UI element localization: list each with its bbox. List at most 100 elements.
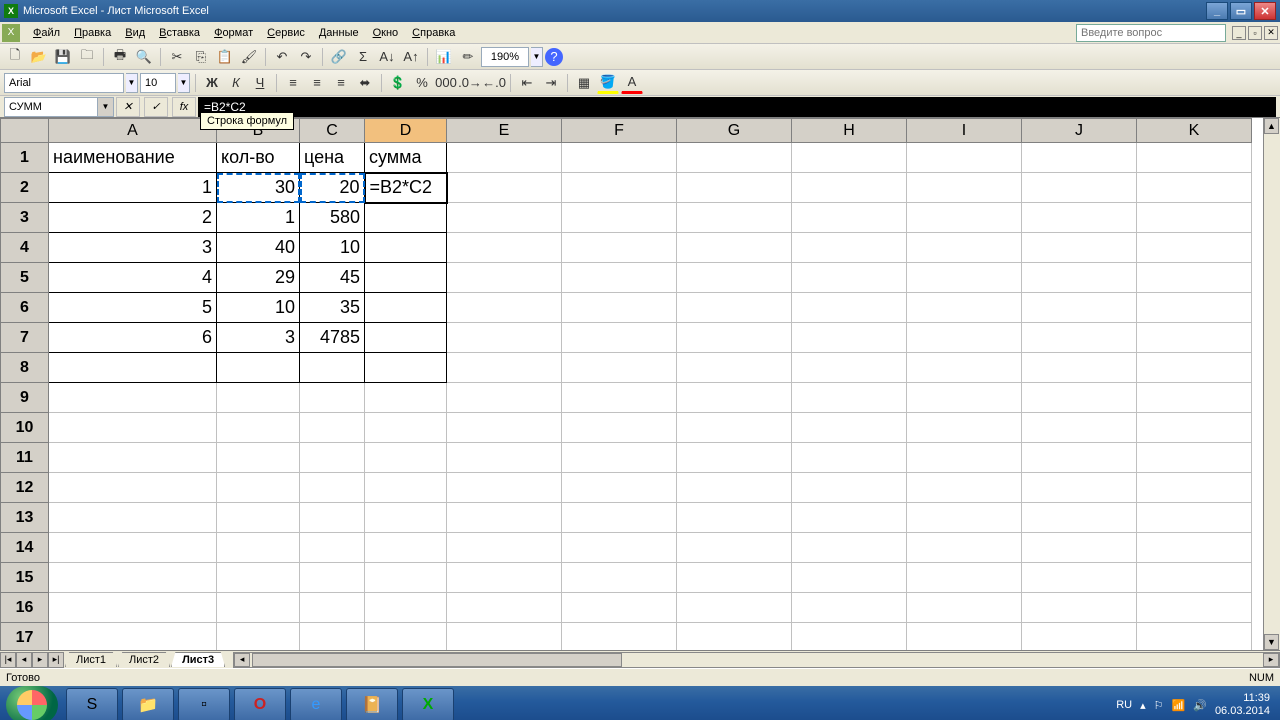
cell-J5[interactable]	[1022, 263, 1137, 293]
sheet-tab-Лист1[interactable]: Лист1	[65, 652, 117, 667]
row-header-5[interactable]: 5	[1, 263, 49, 293]
cell-F7[interactable]	[562, 323, 677, 353]
col-header-A[interactable]: A	[49, 119, 217, 143]
row-header-14[interactable]: 14	[1, 533, 49, 563]
cell-C6[interactable]: 35	[300, 293, 365, 323]
tray-network-icon[interactable]: 📶	[1172, 699, 1186, 712]
sort-asc-icon[interactable]: A↓	[376, 46, 398, 68]
cell-D7[interactable]	[365, 323, 447, 353]
cell-A12[interactable]	[49, 473, 217, 503]
cell-K3[interactable]	[1137, 203, 1252, 233]
cell-F15[interactable]	[562, 563, 677, 593]
open-icon[interactable]: 📂	[28, 46, 50, 68]
cell-C9[interactable]	[300, 383, 365, 413]
help-icon[interactable]: ?	[545, 48, 563, 66]
cell-I7[interactable]	[907, 323, 1022, 353]
cell-B17[interactable]	[217, 623, 300, 651]
cell-E12[interactable]	[447, 473, 562, 503]
cell-H9[interactable]	[792, 383, 907, 413]
scroll-left-icon[interactable]: ◂	[234, 653, 250, 667]
cell-I16[interactable]	[907, 593, 1022, 623]
menu-вид[interactable]: Вид	[118, 25, 152, 41]
name-box-dropdown-icon[interactable]: ▼	[98, 97, 114, 117]
cell-G13[interactable]	[677, 503, 792, 533]
cell-A8[interactable]	[49, 353, 217, 383]
formula-bar[interactable]: =B2*C2	[198, 97, 1276, 117]
cell-I8[interactable]	[907, 353, 1022, 383]
align-left-icon[interactable]: ≡	[282, 72, 304, 94]
cell-B8[interactable]	[217, 353, 300, 383]
scroll-right-icon[interactable]: ▸	[1263, 653, 1279, 667]
col-header-C[interactable]: C	[300, 119, 365, 143]
cell-H4[interactable]	[792, 233, 907, 263]
cell-B6[interactable]: 10	[217, 293, 300, 323]
comma-icon[interactable]: 000	[435, 72, 457, 94]
save-icon[interactable]: 💾	[52, 46, 74, 68]
cell-C12[interactable]	[300, 473, 365, 503]
minimize-button[interactable]: _	[1206, 2, 1228, 20]
cell-A7[interactable]: 6	[49, 323, 217, 353]
cell-K12[interactable]	[1137, 473, 1252, 503]
sheet-tab-Лист2[interactable]: Лист2	[118, 652, 170, 667]
cell-J15[interactable]	[1022, 563, 1137, 593]
cell-H2[interactable]	[792, 173, 907, 203]
cell-D4[interactable]	[365, 233, 447, 263]
cell-I10[interactable]	[907, 413, 1022, 443]
cell-C17[interactable]	[300, 623, 365, 651]
cell-F4[interactable]	[562, 233, 677, 263]
print-icon[interactable]: 🖶	[109, 46, 131, 68]
maximize-button[interactable]: ▭	[1230, 2, 1252, 20]
row-header-4[interactable]: 4	[1, 233, 49, 263]
cell-D6[interactable]	[365, 293, 447, 323]
cell-I4[interactable]	[907, 233, 1022, 263]
cell-A15[interactable]	[49, 563, 217, 593]
cell-A11[interactable]	[49, 443, 217, 473]
taskbar-skype-icon[interactable]: S	[66, 688, 118, 720]
cell-B13[interactable]	[217, 503, 300, 533]
cell-G15[interactable]	[677, 563, 792, 593]
row-header-15[interactable]: 15	[1, 563, 49, 593]
cell-J1[interactable]	[1022, 143, 1137, 173]
cell-K7[interactable]	[1137, 323, 1252, 353]
merge-icon[interactable]: ⬌	[354, 72, 376, 94]
taskbar-app1-icon[interactable]: ▫	[178, 688, 230, 720]
enter-formula-icon[interactable]: ✓	[144, 97, 168, 117]
cell-J16[interactable]	[1022, 593, 1137, 623]
cell-I14[interactable]	[907, 533, 1022, 563]
cell-D11[interactable]	[365, 443, 447, 473]
tray-lang[interactable]: RU	[1116, 699, 1132, 711]
cell-K15[interactable]	[1137, 563, 1252, 593]
cell-I3[interactable]	[907, 203, 1022, 233]
cell-F10[interactable]	[562, 413, 677, 443]
cell-F16[interactable]	[562, 593, 677, 623]
cell-B1[interactable]: кол-во	[217, 143, 300, 173]
row-header-8[interactable]: 8	[1, 353, 49, 383]
cell-A6[interactable]: 5	[49, 293, 217, 323]
cell-C3[interactable]: 580	[300, 203, 365, 233]
vertical-scrollbar[interactable]: ▲ ▼	[1263, 118, 1280, 650]
ask-question-box[interactable]	[1076, 24, 1226, 42]
cell-K14[interactable]	[1137, 533, 1252, 563]
row-header-11[interactable]: 11	[1, 443, 49, 473]
cell-B9[interactable]	[217, 383, 300, 413]
menu-файл[interactable]: Файл	[26, 25, 67, 41]
cell-J9[interactable]	[1022, 383, 1137, 413]
cell-D16[interactable]	[365, 593, 447, 623]
cell-G6[interactable]	[677, 293, 792, 323]
cell-H10[interactable]	[792, 413, 907, 443]
cell-J13[interactable]	[1022, 503, 1137, 533]
cell-B11[interactable]	[217, 443, 300, 473]
cell-B12[interactable]	[217, 473, 300, 503]
cell-J11[interactable]	[1022, 443, 1137, 473]
cell-E15[interactable]	[447, 563, 562, 593]
spreadsheet-grid[interactable]: ABCDEFGHIJK1наименованиекол-воценасумма2…	[0, 118, 1280, 650]
cell-H12[interactable]	[792, 473, 907, 503]
cell-I1[interactable]	[907, 143, 1022, 173]
cell-G17[interactable]	[677, 623, 792, 651]
cell-J4[interactable]	[1022, 233, 1137, 263]
underline-icon[interactable]: Ч	[249, 72, 271, 94]
close-button[interactable]: ✕	[1254, 2, 1276, 20]
autosum-icon[interactable]: Σ	[352, 46, 374, 68]
cell-J6[interactable]	[1022, 293, 1137, 323]
cell-E2[interactable]	[447, 173, 562, 203]
